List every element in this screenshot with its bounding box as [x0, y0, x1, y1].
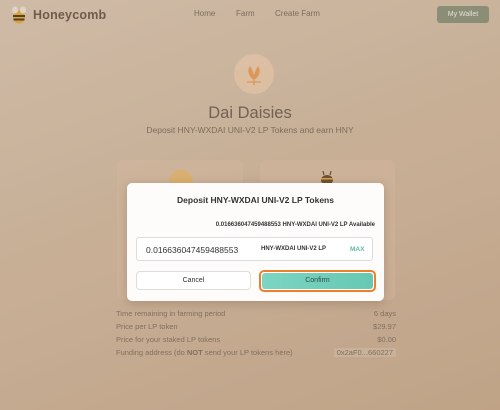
confirm-button[interactable]: Confirm — [259, 270, 376, 292]
available-balance: 0.016636047459488553 HNY-WXDAI UNI-V2 LP… — [216, 222, 375, 228]
available-suffix: HNY-WXDAI UNI-V2 LP Available — [280, 222, 375, 228]
available-amount: 0.016636047459488553 — [215, 222, 281, 228]
token-label: HNY-WXDAI UNI-V2 LP — [261, 246, 327, 252]
cancel-button[interactable]: Cancel — [136, 271, 251, 290]
deposit-amount-input[interactable]: 0.016636047459488553 — [146, 245, 238, 255]
deposit-amount-field[interactable]: 0.016636047459488553 HNY-WXDAI UNI-V2 LP… — [136, 237, 373, 261]
confirm-button-label[interactable]: Confirm — [262, 273, 373, 289]
max-button[interactable]: MAX — [350, 246, 364, 253]
modal-title: Deposit HNY-WXDAI UNI-V2 LP Tokens — [177, 195, 334, 205]
deposit-modal: Deposit HNY-WXDAI UNI-V2 LP Tokens 0.016… — [127, 183, 384, 301]
